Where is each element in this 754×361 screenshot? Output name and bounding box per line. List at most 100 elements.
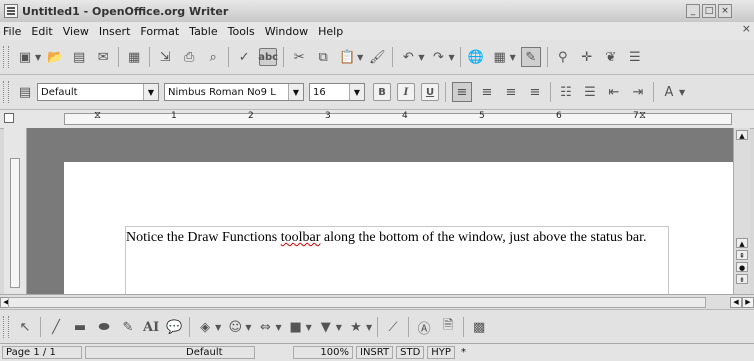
horizontal-scroll-thumb[interactable] xyxy=(8,297,706,308)
navigation-icon[interactable]: ● xyxy=(736,262,748,272)
hyperlink-mode-indicator[interactable]: HYP xyxy=(427,346,455,359)
toolbar-grip[interactable] xyxy=(3,81,9,103)
font-size-select[interactable]: 16 ▼ xyxy=(309,83,365,101)
gallery-icon[interactable]: ❦ xyxy=(602,48,620,66)
block-arrows-icon[interactable]: ⇔ xyxy=(256,318,274,336)
document-paragraph[interactable]: Notice the Draw Functions toolbar along … xyxy=(126,228,666,248)
chevron-down-icon[interactable]: ▼ xyxy=(336,323,342,332)
freeform-line-icon[interactable]: ✎ xyxy=(119,318,137,336)
toolbar-grip[interactable] xyxy=(3,316,9,338)
font-color-icon[interactable]: A xyxy=(660,83,678,101)
rectangle-icon[interactable]: ▬ xyxy=(71,318,89,336)
right-indent-marker-icon[interactable]: ⧖ xyxy=(639,110,646,121)
chevron-down-icon[interactable]: ▼ xyxy=(35,53,41,62)
scroll-up-icon[interactable]: ▲ xyxy=(736,130,748,140)
table-icon[interactable]: ▦ xyxy=(491,48,509,66)
from-file-icon[interactable]: 🗎 xyxy=(439,318,457,336)
undo-icon[interactable]: ↶ xyxy=(399,48,417,66)
zoom-indicator[interactable]: 100% xyxy=(293,346,353,359)
vertical-ruler-strip[interactable] xyxy=(10,158,20,288)
horizontal-scrollbar[interactable]: ◀ ◀ ▶ xyxy=(0,294,754,309)
menu-tools[interactable]: Tools xyxy=(223,25,260,38)
close-window-button[interactable]: × xyxy=(718,4,732,18)
close-document-icon[interactable]: × xyxy=(742,22,751,35)
save-icon[interactable]: ▤ xyxy=(70,48,88,66)
spellcheck-icon[interactable]: ✓ xyxy=(235,48,253,66)
stars-icon[interactable]: ★ xyxy=(347,318,365,336)
chevron-down-icon[interactable]: ▼ xyxy=(366,323,372,332)
bullets-icon[interactable]: ☰ xyxy=(581,83,599,101)
email-icon[interactable]: ✉ xyxy=(94,48,112,66)
align-right-icon[interactable]: ≡ xyxy=(502,83,520,101)
underline-button[interactable]: U xyxy=(421,83,439,101)
paste-icon[interactable]: 📋 xyxy=(338,48,356,66)
export-pdf-icon[interactable]: ⇲ xyxy=(156,48,174,66)
align-left-icon[interactable]: ≡ xyxy=(452,82,472,102)
callout-icon[interactable]: 💬 xyxy=(165,318,183,336)
menu-file[interactable]: File xyxy=(0,25,26,38)
selection-mode-indicator[interactable]: STD xyxy=(396,346,425,359)
menu-window[interactable]: Window xyxy=(260,25,313,38)
menu-view[interactable]: View xyxy=(58,25,94,38)
font-name-select[interactable]: Nimbus Roman No9 L ▼ xyxy=(164,83,304,101)
fontwork-gallery-icon[interactable]: Ⓐ xyxy=(415,318,433,337)
italic-button[interactable]: I xyxy=(397,83,415,101)
find-replace-icon[interactable]: ⚲ xyxy=(554,48,572,66)
menu-table[interactable]: Table xyxy=(184,25,222,38)
copy-icon[interactable]: ⧉ xyxy=(314,48,332,66)
cut-icon[interactable]: ✂ xyxy=(290,48,308,66)
format-paintbrush-icon[interactable]: 🖌 xyxy=(368,48,386,66)
toolbar-grip[interactable] xyxy=(3,46,9,68)
numbering-icon[interactable]: ☷ xyxy=(557,83,575,101)
chevron-down-icon[interactable]: ▼ xyxy=(448,53,454,62)
chevron-down-icon[interactable]: ▼ xyxy=(679,88,685,97)
symbol-shapes-icon[interactable]: ☺ xyxy=(226,318,244,336)
next-page-icon[interactable]: ⇟ xyxy=(736,274,748,284)
menu-help[interactable]: Help xyxy=(313,25,348,38)
open-icon[interactable]: 📂 xyxy=(46,48,64,66)
chevron-down-icon[interactable]: ▼ xyxy=(510,53,516,62)
align-center-icon[interactable]: ≡ xyxy=(478,83,496,101)
decrease-indent-icon[interactable]: ⇤ xyxy=(605,83,623,101)
chevron-down-icon[interactable]: ▼ xyxy=(215,323,221,332)
new-document-icon[interactable]: ▣ xyxy=(16,48,34,66)
chevron-down-icon[interactable]: ▼ xyxy=(275,323,281,332)
edit-file-icon[interactable]: ▦ xyxy=(125,48,143,66)
page-preview-icon[interactable]: ⌕ xyxy=(204,48,222,66)
chevron-down-icon[interactable]: ▼ xyxy=(288,84,303,100)
page-indicator[interactable]: Page 1 / 1 xyxy=(2,346,82,359)
ellipse-icon[interactable]: ⬬ xyxy=(95,318,113,336)
print-icon[interactable]: ⎙ xyxy=(180,48,198,66)
styles-formatting-icon[interactable]: ▤ xyxy=(16,83,34,101)
text-tool-icon[interactable]: AI xyxy=(143,318,159,336)
flowcharts-icon[interactable]: ■ xyxy=(287,318,305,336)
paragraph-style-select[interactable]: Default ▼ xyxy=(37,83,159,101)
chevron-down-icon[interactable]: ▼ xyxy=(418,53,424,62)
justify-icon[interactable]: ≡ xyxy=(526,83,544,101)
basic-shapes-icon[interactable]: ◈ xyxy=(196,318,214,336)
tab-stop-selector[interactable] xyxy=(4,113,14,123)
chevron-down-icon[interactable]: ▼ xyxy=(245,323,251,332)
hyperlink-icon[interactable]: 🌐 xyxy=(467,48,485,66)
scroll-right-icon[interactable]: ▶ xyxy=(742,297,754,308)
maximize-button[interactable]: □ xyxy=(702,4,716,18)
show-draw-functions-icon[interactable]: ✎ xyxy=(520,47,541,67)
increase-indent-icon[interactable]: ⇥ xyxy=(629,83,647,101)
chevron-down-icon[interactable]: ▼ xyxy=(349,84,364,100)
line-icon[interactable]: ╱ xyxy=(47,318,65,336)
ruler-strip[interactable] xyxy=(64,113,732,125)
navigator-icon[interactable]: ✛ xyxy=(578,48,596,66)
vertical-scrollbar[interactable]: ▲ ▲ ⇞ ● ⇟ xyxy=(733,128,750,294)
scroll-up-icon[interactable]: ▲ xyxy=(736,238,748,248)
previous-page-icon[interactable]: ⇞ xyxy=(736,250,748,260)
menu-edit[interactable]: Edit xyxy=(26,25,57,38)
select-pointer-icon[interactable]: ↖ xyxy=(16,318,34,336)
chevron-down-icon[interactable]: ▼ xyxy=(306,323,312,332)
scroll-left-icon[interactable]: ◀ xyxy=(730,297,742,308)
menu-insert[interactable]: Insert xyxy=(94,25,136,38)
autospellcheck-icon[interactable]: abc xyxy=(258,48,278,66)
data-sources-icon[interactable]: ☰ xyxy=(626,48,644,66)
callouts-icon[interactable]: ▼ xyxy=(317,318,335,336)
minimize-button[interactable]: _ xyxy=(686,4,700,18)
extrusion-icon[interactable]: ▩ xyxy=(470,318,488,336)
